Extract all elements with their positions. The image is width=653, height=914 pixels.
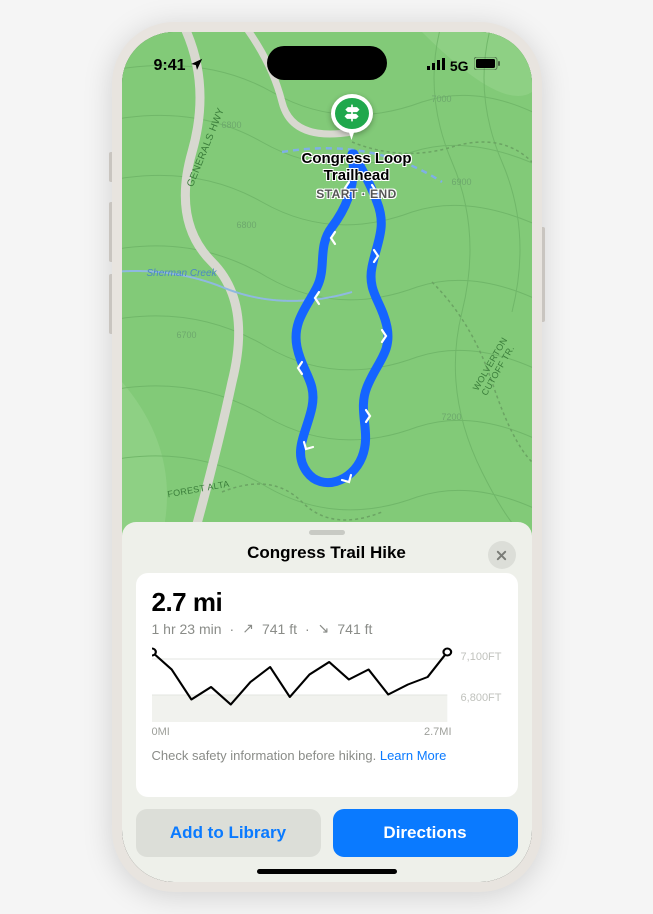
- elev-y-min: 6,800FT: [461, 692, 502, 704]
- trail-substats: 1 hr 23 min · ↗ 741 ft · ↘ 741 ft: [152, 620, 502, 637]
- add-to-library-button[interactable]: Add to Library: [136, 809, 321, 857]
- stat-divider-2: ·: [305, 621, 310, 637]
- status-left: 9:41: [154, 57, 204, 76]
- volume-up-button: [109, 202, 112, 262]
- contour-6800-a: 6800: [237, 220, 257, 230]
- descent-icon: ↘: [318, 620, 330, 637]
- contour-6900: 6900: [452, 177, 472, 187]
- ascent-icon: ↗: [242, 620, 254, 637]
- action-buttons: Add to Library Directions: [136, 809, 518, 857]
- trailhead-pin-label: Congress Loop Trailhead START · END: [262, 150, 452, 201]
- trailhead-subtitle: START · END: [262, 187, 452, 201]
- contour-7000: 7000: [432, 94, 452, 104]
- map-terrain: [122, 32, 532, 537]
- status-time: 9:41: [154, 57, 186, 75]
- elev-x-max: 2.7MI: [424, 726, 452, 738]
- directions-button[interactable]: Directions: [333, 809, 518, 857]
- network-label: 5G: [450, 58, 469, 74]
- power-button: [542, 227, 545, 322]
- elevation-svg: [152, 647, 502, 722]
- safety-info: Check safety information before hiking. …: [152, 748, 502, 763]
- stat-divider: ·: [230, 621, 235, 637]
- trailhead-title: Congress Loop Trailhead: [262, 150, 452, 185]
- dynamic-island: [267, 46, 387, 80]
- contour-6800-b: 6800: [222, 120, 242, 130]
- elev-y-max: 7,100FT: [461, 651, 502, 663]
- phone-screen: 9:41 5G: [122, 32, 532, 882]
- map-view[interactable]: GENERALS HWY Sherman Creek WOLVERTON CUT…: [122, 32, 532, 537]
- elevation-y-labels: 7,100FT 6,800FT: [461, 647, 502, 722]
- trailhead-pin[interactable]: [329, 94, 375, 140]
- learn-more-link[interactable]: Learn More: [380, 748, 446, 763]
- status-right: 5G: [427, 57, 500, 75]
- contour-6700: 6700: [177, 330, 197, 340]
- trail-ascent: 741 ft: [262, 621, 297, 637]
- cellular-icon: [427, 57, 445, 75]
- signpost-icon: [342, 103, 362, 123]
- elev-x-min: 0MI: [152, 726, 170, 738]
- action-button-side: [109, 152, 112, 182]
- trail-descent: 741 ft: [337, 621, 372, 637]
- elevation-chart: 7,100FT 6,800FT: [152, 647, 502, 722]
- trail-distance: 2.7 mi: [152, 587, 502, 618]
- contour-7200: 7200: [442, 412, 462, 422]
- water-label-sherman-creek: Sherman Creek: [147, 268, 217, 279]
- battery-icon: [474, 57, 500, 75]
- elevation-x-labels: 0MI 2.7MI: [152, 726, 502, 738]
- sheet-header: Congress Trail Hike: [136, 543, 518, 563]
- home-indicator[interactable]: [257, 869, 397, 874]
- volume-down-button: [109, 274, 112, 334]
- sheet-title: Congress Trail Hike: [247, 543, 406, 563]
- location-icon: [190, 57, 204, 76]
- trail-info-card: 2.7 mi 1 hr 23 min · ↗ 741 ft · ↘ 741 ft: [136, 573, 518, 797]
- trail-duration: 1 hr 23 min: [152, 621, 222, 637]
- trail-detail-sheet[interactable]: Congress Trail Hike 2.7 mi 1 hr 23 min ·…: [122, 522, 532, 882]
- close-icon: [496, 550, 507, 561]
- sheet-grabber[interactable]: [309, 530, 345, 535]
- phone-frame: 9:41 5G: [112, 22, 542, 892]
- safety-text: Check safety information before hiking.: [152, 748, 380, 763]
- trailhead-pin-circle: [331, 94, 373, 133]
- close-button[interactable]: [488, 541, 516, 569]
